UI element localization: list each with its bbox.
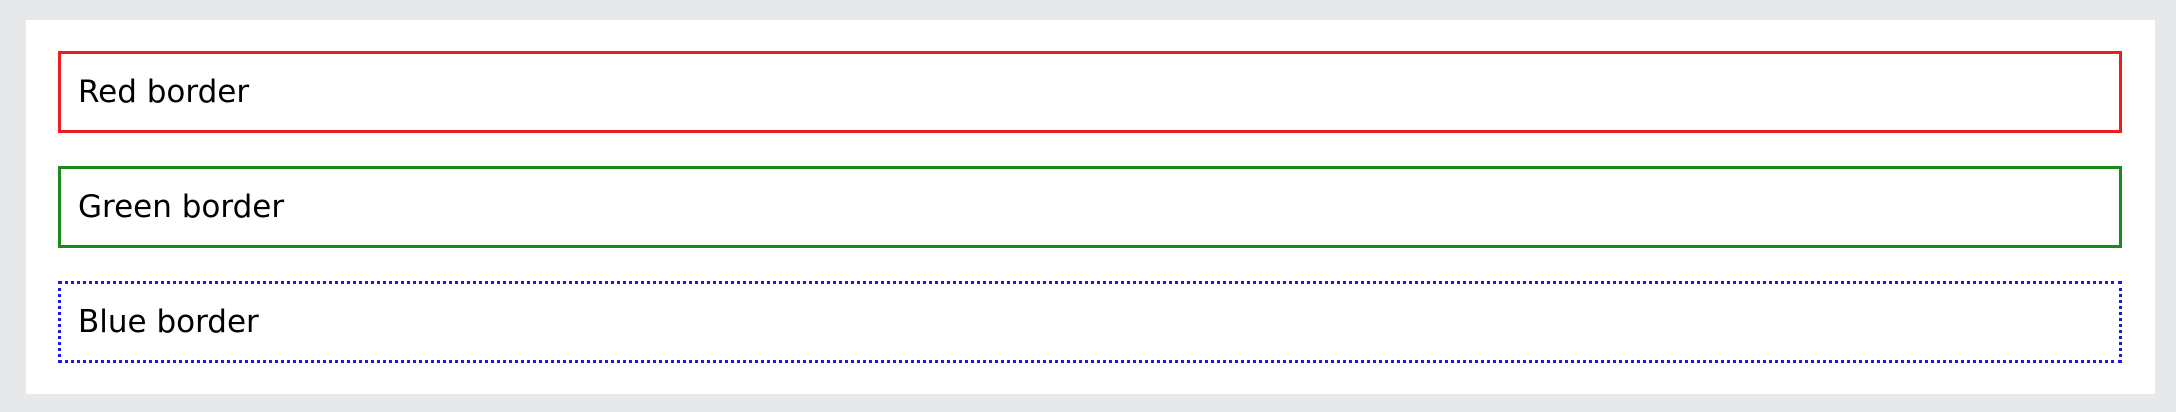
green-border-label: Green border xyxy=(78,188,285,225)
content-panel: Red border Green border Blue border xyxy=(26,20,2155,394)
green-border-box: Green border xyxy=(58,166,2122,248)
red-border-box: Red border xyxy=(58,51,2122,133)
blue-border-label: Blue border xyxy=(78,303,259,340)
blue-border-box: Blue border xyxy=(58,281,2122,363)
red-border-label: Red border xyxy=(78,73,250,110)
